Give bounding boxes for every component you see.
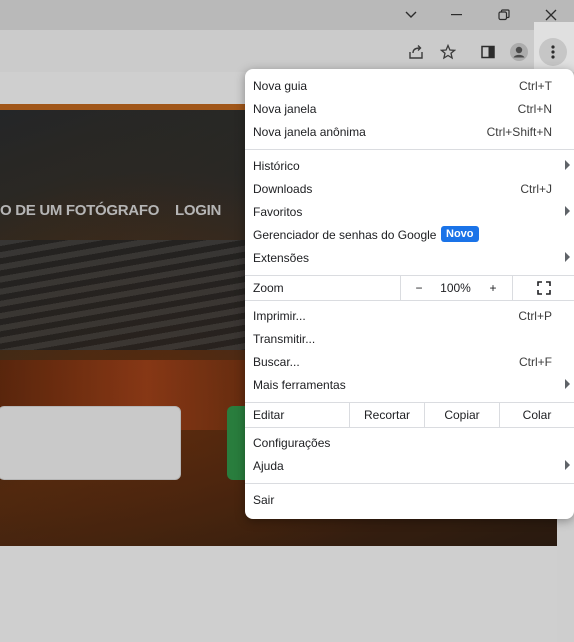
menu-item-label: Histórico: [253, 159, 300, 173]
menu-separator: [245, 483, 574, 484]
menu-item-bookmarks[interactable]: Favoritos: [245, 201, 574, 224]
zoom-label: Zoom: [253, 281, 284, 295]
menu-item-shortcut: Ctrl+N: [517, 102, 552, 116]
chrome-main-menu: Nova guia Ctrl+T Nova janela Ctrl+N Nova…: [245, 69, 574, 519]
menu-item-label: Transmitir...: [253, 332, 316, 346]
fullscreen-button[interactable]: [512, 276, 574, 300]
menu-item-new-tab[interactable]: Nova guia Ctrl+T: [245, 75, 574, 98]
menu-item-print[interactable]: Imprimir... Ctrl+P: [245, 305, 574, 328]
menu-item-extensions[interactable]: Extensões: [245, 247, 574, 270]
submenu-arrow-icon: [565, 379, 570, 389]
menu-item-shortcut: Ctrl+P: [518, 309, 552, 323]
menu-item-label: Nova janela: [253, 102, 317, 116]
menu-item-shortcut: Ctrl+F: [519, 355, 552, 369]
menu-item-shortcut: Ctrl+Shift+N: [486, 125, 552, 139]
menu-item-shortcut: Ctrl+T: [519, 79, 552, 93]
paste-button[interactable]: Colar: [499, 403, 574, 427]
menu-item-label: Nova janela anônima: [253, 125, 366, 139]
menu-item-label: Sair: [253, 493, 275, 507]
menu-separator: [245, 300, 574, 301]
menu-item-label: Imprimir...: [253, 309, 306, 323]
zoom-out-button[interactable]: −: [400, 276, 437, 300]
menu-item-incognito[interactable]: Nova janela anônima Ctrl+Shift+N: [245, 121, 574, 144]
menu-item-label: Favoritos: [253, 205, 303, 219]
zoom-level: 100%: [440, 281, 471, 295]
new-badge: Novo: [441, 226, 479, 242]
submenu-arrow-icon: [565, 206, 570, 216]
menu-item-shortcut: Ctrl+J: [520, 182, 552, 196]
copy-button[interactable]: Copiar: [424, 403, 499, 427]
menu-item-label: Extensões: [253, 251, 310, 265]
submenu-arrow-icon: [565, 160, 570, 170]
menu-item-downloads[interactable]: Downloads Ctrl+J: [245, 178, 574, 201]
submenu-arrow-icon: [565, 460, 570, 470]
menu-separator: [245, 427, 574, 428]
menu-item-label: Mais ferramentas: [253, 378, 346, 392]
menu-separator: [245, 149, 574, 150]
fullscreen-icon: [536, 281, 551, 295]
cut-button[interactable]: Recortar: [349, 403, 424, 427]
submenu-arrow-icon: [565, 252, 570, 262]
menu-item-label: Nova guia: [253, 79, 308, 93]
zoom-in-button[interactable]: +: [474, 276, 512, 300]
menu-item-more-tools[interactable]: Mais ferramentas: [245, 374, 574, 397]
edit-label: Editar: [253, 408, 285, 422]
menu-zoom-row: Zoom − 100% +: [245, 276, 574, 300]
menu-item-help[interactable]: Ajuda: [245, 455, 574, 478]
menu-item-cast[interactable]: Transmitir...: [245, 328, 574, 351]
menu-item-new-window[interactable]: Nova janela Ctrl+N: [245, 98, 574, 121]
menu-item-exit[interactable]: Sair: [245, 489, 574, 512]
menu-item-history[interactable]: Histórico: [245, 155, 574, 178]
menu-item-label: Gerenciador de senhas do Google: [253, 228, 437, 242]
menu-item-password-manager[interactable]: Gerenciador de senhas do Google Novo: [245, 224, 574, 247]
menu-item-label: Configurações: [253, 436, 331, 450]
menu-item-label: Buscar...: [253, 355, 300, 369]
menu-item-label: Downloads: [253, 182, 313, 196]
menu-item-label: Ajuda: [253, 459, 284, 473]
menu-item-find[interactable]: Buscar... Ctrl+F: [245, 351, 574, 374]
menu-edit-row: Editar Recortar Copiar Colar: [245, 403, 574, 427]
menu-item-settings[interactable]: Configurações: [245, 432, 574, 455]
